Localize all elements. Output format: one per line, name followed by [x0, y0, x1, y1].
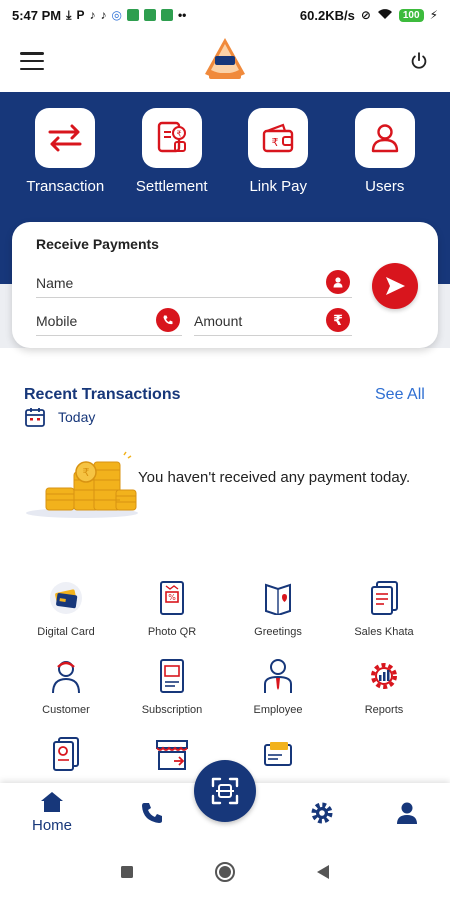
amount-field[interactable]: ₹	[194, 306, 352, 336]
home-system-icon[interactable]	[214, 861, 236, 883]
hamburger-icon[interactable]	[20, 52, 44, 70]
customer-icon	[46, 656, 86, 696]
person-icon	[326, 270, 350, 294]
nav-phone[interactable]	[140, 801, 164, 825]
nav-home-label: Home	[32, 817, 73, 834]
alarm-off-icon: ⊘	[360, 8, 371, 22]
recent-transactions-title: Recent Transactions	[24, 386, 181, 403]
profile-icon	[397, 802, 417, 824]
svg-text:%: %	[168, 593, 176, 602]
greetings-tile[interactable]: Greetings	[222, 578, 334, 638]
greeting-card-icon	[258, 578, 298, 618]
app-icon-3	[160, 9, 173, 21]
settlement-doc-icon: ₹	[157, 121, 186, 153]
photo-qr-label: Photo QR	[147, 626, 197, 638]
subscription-tile[interactable]: Subscription	[116, 656, 228, 716]
users-button[interactable]: Users	[335, 108, 435, 195]
app-bar	[0, 30, 450, 92]
send-arrow-icon	[386, 277, 405, 295]
subscription-label: Subscription	[141, 704, 203, 716]
brand-logo	[205, 38, 245, 79]
tiktok-icon: ♪	[89, 8, 96, 22]
back-icon[interactable]	[316, 864, 330, 880]
photo-qr-icon: %	[152, 578, 192, 618]
document-icon	[46, 734, 86, 774]
employee-label: Employee	[253, 704, 303, 716]
app-icon-2	[143, 9, 156, 21]
wallet-card-icon	[258, 734, 298, 774]
settlement-label: Settlement	[135, 178, 208, 195]
employee-tile[interactable]: Employee	[222, 656, 334, 716]
credit-card-icon	[46, 578, 86, 618]
rupee-icon: ₹	[326, 308, 350, 332]
reports-gear-icon	[364, 656, 404, 696]
customer-tile[interactable]: Customer	[10, 656, 122, 716]
app-icon	[126, 9, 139, 21]
calendar-icon	[25, 408, 45, 427]
greetings-label: Greetings	[254, 626, 302, 638]
tiktok-icon-2: ♪	[100, 8, 107, 22]
sales-khata-label: Sales Khata	[354, 626, 414, 638]
quick-actions: Transaction ₹ Settlement ₹ Link Pay User…	[0, 108, 450, 195]
name-input[interactable]	[36, 274, 352, 291]
nav-profile[interactable]	[396, 801, 418, 825]
employee-icon	[258, 656, 298, 696]
browser-icon: ◎	[111, 8, 122, 22]
see-all-link[interactable]: See All	[375, 386, 425, 404]
settlement-button[interactable]: ₹ Settlement	[122, 108, 222, 195]
digital-card-label: Digital Card	[37, 626, 95, 638]
parking-icon: P	[76, 8, 85, 22]
link-pay-label: Link Pay	[249, 178, 308, 195]
document-tile[interactable]	[10, 734, 122, 782]
svg-text:₹: ₹	[176, 130, 181, 139]
network-speed: 60.2KB/s	[299, 7, 355, 23]
home-icon	[41, 792, 63, 812]
period-label: Today	[58, 409, 96, 425]
ledger-icon	[364, 578, 404, 618]
download-icon: ⤓	[66, 8, 72, 22]
recents-icon[interactable]	[120, 865, 134, 879]
status-bar: 5:47 PM ⤓ P ♪ ♪ ◎ •• 60.2KB/s ⊘ 100 ⚡	[0, 0, 450, 30]
send-button[interactable]	[372, 263, 418, 309]
mobile-field[interactable]	[36, 306, 182, 336]
reports-tile[interactable]: Reports	[328, 656, 440, 716]
sales-khata-tile[interactable]: Sales Khata	[328, 578, 440, 638]
link-pay-button[interactable]: ₹ Link Pay	[228, 108, 328, 195]
transfer-arrows-icon	[48, 124, 82, 152]
system-nav-bar	[0, 843, 450, 900]
customer-label: Customer	[42, 704, 90, 716]
charging-icon: ⚡	[429, 8, 438, 22]
name-field[interactable]	[36, 268, 352, 298]
phone-icon	[142, 803, 162, 823]
battery-icon: 100	[398, 8, 424, 22]
nav-settings[interactable]	[310, 801, 334, 825]
subscription-icon	[152, 656, 192, 696]
transaction-button[interactable]: Transaction	[15, 108, 115, 195]
user-icon	[371, 124, 398, 153]
digital-card-tile[interactable]: Digital Card	[10, 578, 122, 638]
scan-button[interactable]	[194, 760, 256, 822]
scan-icon	[211, 777, 239, 805]
coins-illustration: ₹	[26, 451, 138, 518]
empty-transactions-message: You haven't received any payment today.	[138, 469, 411, 486]
users-label: Users	[365, 178, 405, 195]
photo-qr-tile[interactable]: % Photo QR	[116, 578, 228, 638]
phone-icon	[156, 308, 180, 332]
svg-text:₹: ₹	[83, 466, 90, 479]
svg-text:₹: ₹	[272, 136, 279, 149]
more-icon: ••	[177, 8, 187, 22]
wifi-icon	[377, 8, 393, 22]
status-time: 5:47 PM	[12, 7, 62, 23]
power-icon[interactable]	[408, 50, 430, 72]
store-icon	[152, 734, 192, 774]
wallet-icon: ₹	[263, 123, 294, 153]
receive-payments-title: Receive Payments	[36, 236, 159, 252]
nav-home[interactable]: Home	[32, 791, 72, 834]
transaction-label: Transaction	[26, 178, 105, 195]
settings-icon	[311, 802, 333, 824]
reports-label: Reports	[364, 704, 404, 716]
